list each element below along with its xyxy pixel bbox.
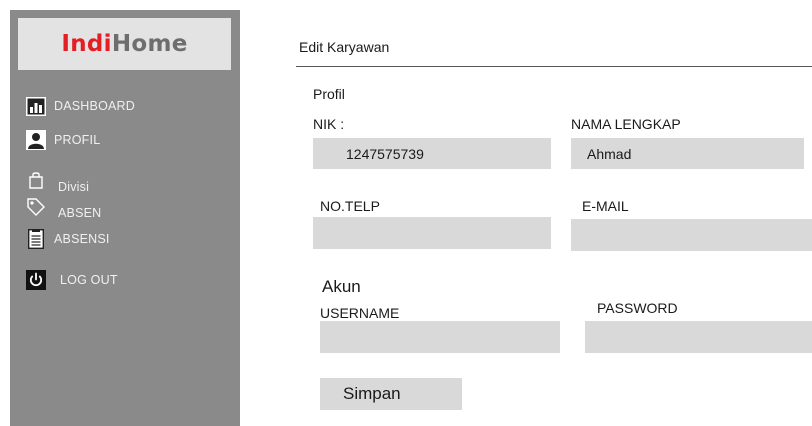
section-label-profil: Profil — [313, 86, 345, 102]
sidebar-item-label: PROFIL — [54, 133, 101, 147]
power-icon — [26, 270, 46, 290]
password-field[interactable] — [585, 321, 812, 353]
section-label-akun: Akun — [322, 277, 361, 296]
full-name-field[interactable] — [571, 138, 804, 169]
nik-label: NIK : — [313, 116, 345, 132]
username-label: USERNAME — [320, 305, 400, 321]
phone-label: NO.TELP — [320, 198, 380, 214]
username-field[interactable] — [320, 321, 560, 353]
user-icon — [26, 130, 46, 150]
email-field[interactable] — [571, 219, 812, 251]
sidebar-item-label: ABSEN — [58, 206, 102, 220]
sidebar-item-divisi[interactable]: Divisi — [26, 166, 89, 194]
tag-icon — [26, 197, 46, 217]
sidebar-item-absensi[interactable]: ABSENSI — [26, 229, 110, 249]
document-icon — [26, 229, 46, 249]
email-label: E-MAIL — [582, 198, 629, 214]
save-button[interactable]: Simpan — [320, 378, 462, 410]
sidebar-item-label: Divisi — [58, 180, 90, 194]
password-label: PASSWORD — [597, 300, 678, 316]
page-title: Edit Karyawan — [299, 39, 390, 55]
name-label: NAMA LENGKAP — [571, 116, 681, 132]
sidebar-item-profil[interactable]: PROFIL — [26, 130, 100, 150]
sidebar-item-label: DASHBOARD — [54, 99, 135, 113]
sidebar-item-label: ABSENSI — [54, 232, 110, 246]
logo: IndiHome — [18, 18, 231, 70]
bar-chart-icon — [26, 96, 46, 116]
sidebar-item-logout[interactable]: LOG OUT — [26, 270, 118, 290]
nik-field[interactable] — [313, 138, 551, 169]
bag-icon — [26, 170, 46, 190]
sidebar-item-dashboard[interactable]: DASHBOARD — [26, 96, 135, 116]
phone-field[interactable] — [313, 217, 551, 249]
logo-text: IndiHome — [61, 31, 188, 57]
sidebar-item-label: LOG OUT — [60, 273, 118, 287]
sidebar-item-absen[interactable]: ABSEN — [26, 194, 101, 220]
divider — [296, 66, 812, 67]
